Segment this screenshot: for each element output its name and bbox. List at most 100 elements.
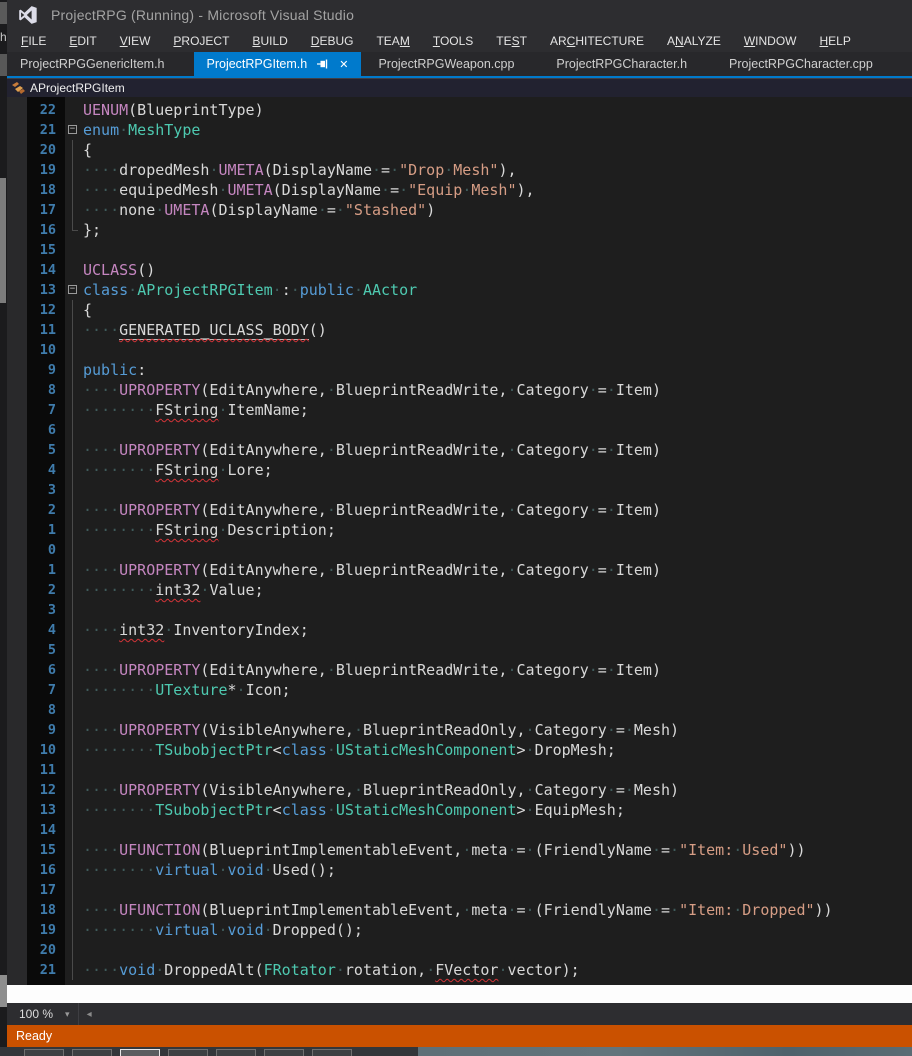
menu-item-debug[interactable]: DEBUG [311,34,354,48]
code-line[interactable]: 19········virtual·void·Dropped(); [7,920,912,940]
line-number[interactable]: 2 [7,580,65,600]
code-line[interactable]: 18····UFUNCTION(BlueprintImplementableEv… [7,900,912,920]
navigation-bar[interactable]: AProjectRPGItem [7,78,912,97]
menu-item-help[interactable]: HELP [819,34,850,48]
code-line[interactable]: 7········UTexture*·Icon; [7,680,912,700]
code-line[interactable]: 5····UPROPERTY(EditAnywhere,·BlueprintRe… [7,440,912,460]
menu-item-team[interactable]: TEAM [376,34,409,48]
tab-projectrpgcharacter-cpp[interactable]: ProjectRPGCharacter.cpp [716,52,886,76]
menu-item-project[interactable]: PROJECT [173,34,229,48]
outline-margin[interactable]: − [65,120,83,140]
tab-projectrpg[interactable]: ProjectRPG [902,52,912,76]
code-line[interactable]: 12····UPROPERTY(VisibleAnywhere,·Bluepri… [7,780,912,800]
tab-projectrpggenericitem-h[interactable]: ProjectRPGGenericItem.h [7,52,178,76]
line-number[interactable]: 8 [7,700,65,720]
collapse-box-icon[interactable]: − [68,285,77,294]
line-number[interactable]: 1 [7,520,65,540]
line-number[interactable]: 18 [7,900,65,920]
line-number[interactable]: 2 [7,500,65,520]
taskbar-button[interactable] [24,1049,64,1056]
code-line[interactable]: 22UENUM(BlueprintType) [7,100,912,120]
code-line[interactable]: 13········TSubobjectPtr<class·UStaticMes… [7,800,912,820]
menu-item-file[interactable]: FILE [21,34,46,48]
taskbar-button[interactable] [72,1049,112,1056]
windows-taskbar[interactable] [0,1047,912,1056]
code-line[interactable]: 11 [7,760,912,780]
code-line[interactable]: 20{ [7,140,912,160]
line-number[interactable]: 12 [7,780,65,800]
line-number[interactable]: 14 [7,820,65,840]
line-number[interactable]: 4 [7,460,65,480]
code-line[interactable]: 14 [7,820,912,840]
line-number[interactable]: 16 [7,860,65,880]
breadcrumb[interactable]: AProjectRPGItem [30,81,125,95]
line-number[interactable]: 13 [7,800,65,820]
line-number[interactable]: 17 [7,200,65,220]
line-number[interactable]: 20 [7,940,65,960]
line-number[interactable]: 21 [7,960,65,980]
line-number[interactable]: 15 [7,240,65,260]
line-number[interactable]: 13 [7,280,65,300]
code-line[interactable]: 18····equipedMesh·UMETA(DisplayName·=·"E… [7,180,912,200]
code-line[interactable]: 10 [7,340,912,360]
code-line[interactable]: 12{ [7,300,912,320]
line-number[interactable]: 3 [7,600,65,620]
code-line[interactable]: 21−enum·MeshType [7,120,912,140]
code-line[interactable]: 6 [7,420,912,440]
code-line[interactable]: 4····int32·InventoryIndex; [7,620,912,640]
line-number[interactable]: 10 [7,740,65,760]
tab-projectrpgitem-h[interactable]: ProjectRPGItem.h✕ [194,52,362,76]
code-line[interactable]: 0 [7,540,912,560]
line-number[interactable]: 10 [7,340,65,360]
outline-margin[interactable]: − [65,280,83,300]
code-line[interactable]: 3 [7,600,912,620]
code-line[interactable]: 8 [7,700,912,720]
code-line[interactable]: 2····UPROPERTY(EditAnywhere,·BlueprintRe… [7,500,912,520]
line-number[interactable]: 3 [7,480,65,500]
line-number[interactable]: 8 [7,380,65,400]
line-number[interactable]: 15 [7,840,65,860]
line-number[interactable]: 1 [7,560,65,580]
taskbar-button[interactable] [264,1049,304,1056]
line-number[interactable]: 14 [7,260,65,280]
code-line[interactable]: 16········virtual·void·Used(); [7,860,912,880]
menu-item-build[interactable]: BUILD [252,34,287,48]
scroll-left-arrow-icon[interactable]: ◂ [87,1009,92,1020]
zoom-level-dropdown[interactable]: 100 % ▾ [7,1003,78,1025]
line-number[interactable]: 11 [7,320,65,340]
menu-item-architecture[interactable]: ARCHITECTURE [550,34,644,48]
pin-icon[interactable] [317,58,329,70]
code-line[interactable]: 6····UPROPERTY(EditAnywhere,·BlueprintRe… [7,660,912,680]
menu-item-tools[interactable]: TOOLS [433,34,473,48]
line-number[interactable]: 5 [7,640,65,660]
line-number[interactable]: 17 [7,880,65,900]
line-number[interactable]: 11 [7,760,65,780]
line-number[interactable]: 5 [7,440,65,460]
line-number[interactable]: 20 [7,140,65,160]
line-number[interactable]: 19 [7,920,65,940]
line-number[interactable]: 6 [7,660,65,680]
code-line[interactable]: 9····UPROPERTY(VisibleAnywhere,·Blueprin… [7,720,912,740]
menu-item-test[interactable]: TEST [496,34,527,48]
menu-item-edit[interactable]: EDIT [69,34,96,48]
code-line[interactable]: 17 [7,880,912,900]
menu-item-view[interactable]: VIEW [120,34,151,48]
line-number[interactable]: 7 [7,680,65,700]
taskbar-button[interactable] [216,1049,256,1056]
line-number[interactable]: 9 [7,360,65,380]
line-number[interactable]: 19 [7,160,65,180]
code-line[interactable]: 5 [7,640,912,660]
line-number[interactable]: 12 [7,300,65,320]
code-line[interactable]: 16}; [7,220,912,240]
line-number[interactable]: 18 [7,180,65,200]
menu-item-window[interactable]: WINDOW [744,34,797,48]
line-number[interactable]: 4 [7,620,65,640]
code-line[interactable]: 1········FString·Description; [7,520,912,540]
taskbar-button[interactable] [312,1049,352,1056]
close-icon[interactable]: ✕ [339,58,348,71]
code-line[interactable]: 1····UPROPERTY(EditAnywhere,·BlueprintRe… [7,560,912,580]
code-line[interactable]: 2········int32·Value; [7,580,912,600]
line-number[interactable]: 9 [7,720,65,740]
code-line[interactable]: 15····UFUNCTION(BlueprintImplementableEv… [7,840,912,860]
code-line[interactable]: 7········FString·ItemName; [7,400,912,420]
